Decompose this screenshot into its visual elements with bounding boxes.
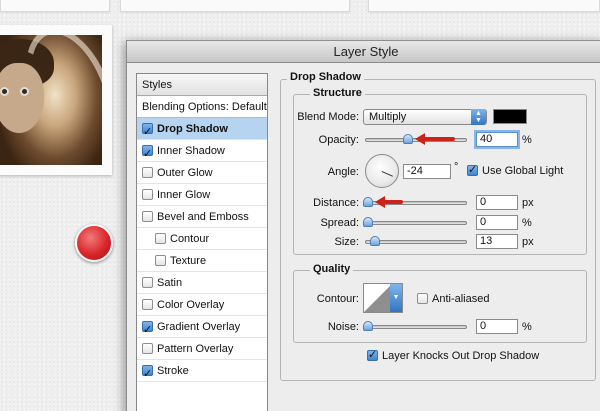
bevel-emboss-checkbox[interactable]: [142, 211, 153, 222]
size-slider-track[interactable]: [365, 240, 467, 244]
anti-aliased-toggle[interactable]: Anti-aliased: [417, 293, 489, 305]
dialog-title: Layer Style: [127, 41, 600, 63]
inner-shadow-checkbox[interactable]: [142, 143, 153, 165]
quality-title: Quality: [310, 263, 354, 275]
photo-card: [0, 25, 112, 175]
style-item-label: Inner Shadow: [157, 145, 225, 157]
global-light-toggle[interactable]: Use Global Light: [467, 163, 564, 177]
knocks-out-label: Layer Knocks Out Drop Shadow: [382, 350, 540, 362]
opacity-unit: %: [522, 134, 532, 146]
red-arrow-icon: [415, 133, 455, 145]
style-item-satin[interactable]: Satin: [137, 272, 267, 294]
contour-curve-icon: [364, 284, 392, 312]
contour-checkbox[interactable]: [155, 233, 166, 244]
opacity-slider-thumb[interactable]: [403, 134, 413, 144]
size-unit: px: [522, 236, 534, 248]
style-item-outer-glow[interactable]: Outer Glow: [137, 162, 267, 184]
pattern-overlay-checkbox[interactable]: [142, 343, 153, 354]
spread-input[interactable]: 0: [476, 215, 518, 230]
opacity-label: Opacity:: [318, 134, 359, 146]
distance-label: Distance:: [313, 197, 359, 209]
blend-mode-label: Blend Mode:: [297, 111, 359, 123]
drop-shadow-title: Drop Shadow: [287, 71, 364, 83]
style-item-label: Contour: [170, 233, 210, 245]
style-item-label: Drop Shadow: [157, 123, 228, 135]
anti-aliased-checkbox[interactable]: [417, 293, 428, 304]
inner-glow-checkbox[interactable]: [142, 189, 153, 200]
red-arrow-icon: [375, 196, 403, 208]
style-item-label: Color Overlay: [157, 299, 225, 311]
style-item-bevel-and-emboss[interactable]: Bevel and Emboss: [137, 206, 267, 228]
angle-unit: °: [454, 161, 459, 173]
style-item-inner-glow[interactable]: Inner Glow: [137, 184, 267, 206]
angle-input[interactable]: -24: [403, 164, 451, 179]
style-item-label: Satin: [157, 277, 183, 289]
global-light-label: Use Global Light: [482, 165, 564, 177]
distance-slider-thumb[interactable]: [363, 197, 373, 207]
blend-mode-value: Multiply: [369, 111, 407, 123]
shadow-color-swatch[interactable]: [493, 109, 527, 124]
style-item-texture[interactable]: Texture: [137, 250, 267, 272]
drop-shadow-checkbox[interactable]: [142, 121, 153, 143]
noise-unit: %: [522, 321, 532, 333]
opacity-input[interactable]: 40: [476, 132, 518, 147]
angle-dial[interactable]: [365, 154, 399, 188]
noise-label: Noise:: [327, 321, 359, 333]
style-item-pattern-overlay[interactable]: Pattern Overlay: [137, 338, 267, 360]
style-item-label: Texture: [170, 255, 207, 267]
size-input[interactable]: 13: [476, 234, 518, 249]
stroke-checkbox[interactable]: [142, 363, 153, 385]
satin-checkbox[interactable]: [142, 277, 153, 288]
background-card: [120, 0, 350, 12]
style-item-drop-shadow[interactable]: Drop Shadow: [137, 118, 267, 143]
gradient-overlay-checkbox[interactable]: [142, 319, 153, 341]
spread-slider-track[interactable]: [365, 221, 467, 225]
texture-checkbox[interactable]: [155, 255, 166, 266]
global-light-checkbox[interactable]: [467, 163, 478, 176]
blending-options-item[interactable]: Blending Options: Default: [137, 96, 267, 118]
background-card: [368, 0, 600, 12]
style-item-gradient-overlay[interactable]: Gradient Overlay: [137, 316, 267, 341]
photo-eye: [0, 87, 9, 96]
layer-style-dialog: Layer Style Styles Blending Options: Def…: [126, 40, 600, 411]
vintage-photo: [0, 35, 102, 165]
knocks-out-toggle[interactable]: Layer Knocks Out Drop Shadow: [367, 348, 540, 362]
size-slider-thumb[interactable]: [370, 236, 380, 246]
angle-needle-icon: [381, 171, 393, 177]
distance-unit: px: [522, 197, 534, 209]
red-circle-button: [75, 224, 113, 262]
background-card: [0, 0, 110, 12]
structure-title: Structure: [310, 87, 365, 99]
noise-slider-track[interactable]: [365, 325, 467, 329]
style-item-label: Inner Glow: [157, 189, 211, 201]
style-item-contour[interactable]: Contour: [137, 228, 267, 250]
size-label: Size:: [334, 236, 359, 248]
style-item-inner-shadow[interactable]: Inner Shadow: [137, 140, 267, 165]
style-item-label: Stroke: [157, 365, 189, 377]
spread-slider-thumb[interactable]: [363, 217, 373, 227]
distance-input[interactable]: 0: [476, 195, 518, 210]
contour-picker[interactable]: ▼: [363, 283, 403, 313]
anti-aliased-label: Anti-aliased: [432, 293, 490, 305]
spread-label: Spread:: [320, 217, 359, 229]
style-item-label: Bevel and Emboss: [157, 211, 249, 223]
style-item-color-overlay[interactable]: Color Overlay: [137, 294, 267, 316]
outer-glow-checkbox[interactable]: [142, 167, 153, 178]
styles-header[interactable]: Styles: [137, 74, 267, 96]
contour-label: Contour:: [316, 293, 359, 305]
style-item-label: Pattern Overlay: [157, 343, 234, 355]
knocks-out-checkbox[interactable]: [367, 348, 378, 361]
styles-list: Styles Blending Options: Default Drop Sh…: [136, 73, 268, 411]
angle-label: Angle:: [327, 166, 359, 178]
style-item-label: Outer Glow: [157, 167, 213, 179]
select-arrows-icon: ▲ ▼: [471, 109, 486, 125]
noise-input[interactable]: 0: [476, 319, 518, 334]
noise-slider-thumb[interactable]: [363, 321, 373, 331]
contour-dropdown-icon[interactable]: ▼: [390, 284, 402, 312]
style-item-label: Gradient Overlay: [157, 321, 241, 333]
color-overlay-checkbox[interactable]: [142, 299, 153, 310]
style-item-stroke[interactable]: Stroke: [137, 360, 267, 385]
spread-unit: %: [522, 217, 532, 229]
blend-mode-select[interactable]: Multiply ▲ ▼: [363, 109, 487, 125]
